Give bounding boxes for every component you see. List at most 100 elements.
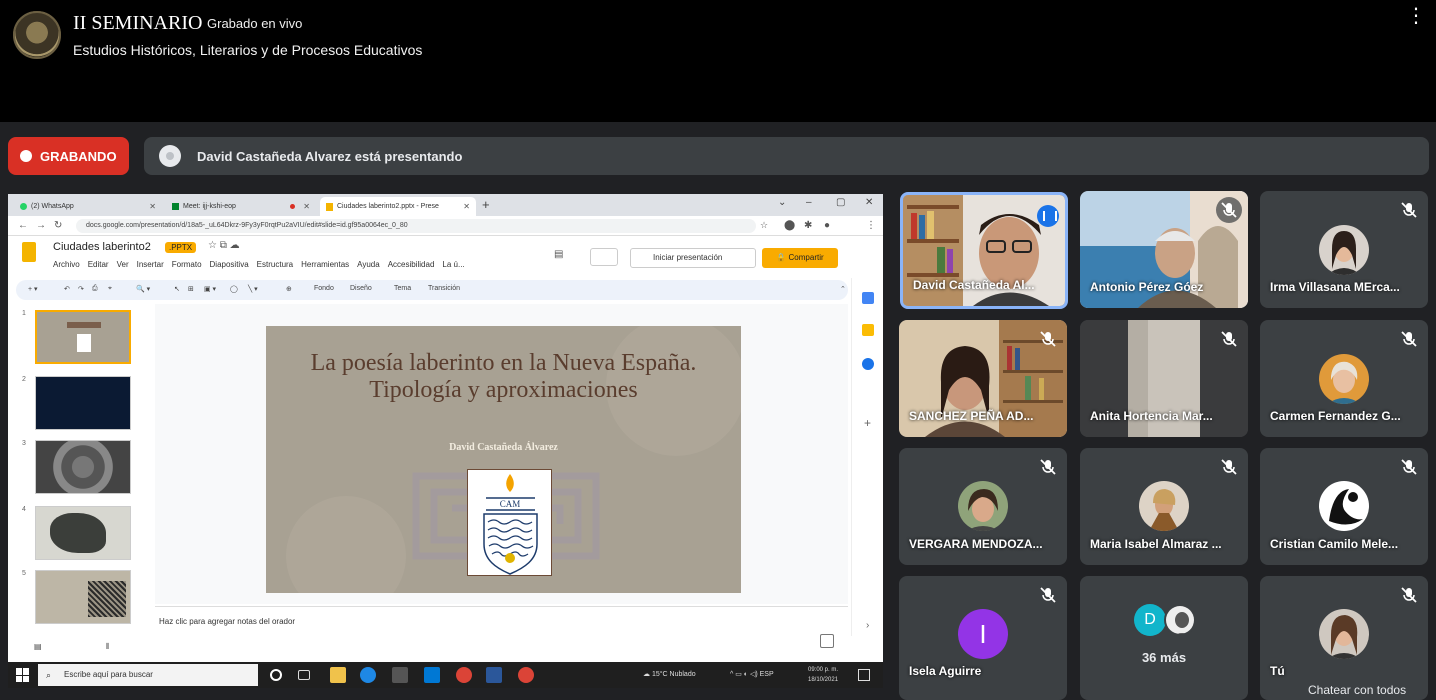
tasks-icon[interactable] (862, 358, 874, 370)
menu-item[interactable]: Ver (117, 260, 129, 269)
new-tab-icon[interactable]: + (482, 197, 490, 212)
slides-logo-icon[interactable] (22, 242, 36, 262)
participant-tile[interactable]: I Isela Aguirre (899, 576, 1067, 700)
edge-icon[interactable] (360, 667, 376, 683)
participant-tile[interactable]: Carmen Fernandez G... (1260, 320, 1428, 437)
menu-item[interactable]: Insertar (137, 260, 164, 269)
menu-item[interactable]: Formato (172, 260, 202, 269)
file-explorer-icon[interactable] (330, 667, 346, 683)
recording-indicator[interactable]: GRABANDO (8, 137, 129, 175)
comment-icon[interactable]: ▤ (554, 249, 563, 260)
background-button[interactable]: Fondo (314, 285, 334, 292)
system-tray[interactable]: ^ ▭ ◐ ◁) ESP (730, 670, 774, 678)
transition-button[interactable]: Transición (428, 285, 460, 292)
filmstrip-view-icon[interactable]: ⫴ (106, 642, 109, 652)
layout-button[interactable]: Diseño (350, 285, 372, 292)
menu-item[interactable]: Archivo (53, 260, 80, 269)
chevron-down-icon[interactable]: ⌄ (778, 197, 786, 208)
keep-icon[interactable] (862, 324, 874, 336)
calendar-icon[interactable] (862, 292, 874, 304)
url-field[interactable]: docs.google.com/presentation/d/18a5-_uL6… (76, 219, 756, 233)
puzzle-icon[interactable]: ✱ (804, 220, 812, 231)
explore-icon[interactable] (820, 634, 834, 648)
close-tab-icon[interactable]: ✕ (303, 202, 310, 211)
chat-everyone-button[interactable]: Chatear con todos (1308, 683, 1406, 697)
participant-tile[interactable]: VERGARA MENDOZA... (899, 448, 1067, 565)
taskbar-clock[interactable]: 09:00 p. m. 18/10/2021 (808, 665, 838, 685)
print-icon[interactable]: ⎙ (92, 285, 98, 293)
participant-overflow-tile[interactable]: D 36 más (1080, 576, 1248, 700)
bookmark-star-icon[interactable]: ☆ (760, 220, 768, 231)
browser-menu-icon[interactable]: ⋮ (866, 220, 876, 231)
participant-tile[interactable]: Cristian Camilo Mele... (1260, 448, 1428, 565)
profile-icon[interactable]: ● (824, 220, 830, 231)
textbox-icon[interactable]: ⊞ (188, 285, 194, 293)
participant-tile[interactable]: SANCHEZ PEÑA AD... (899, 320, 1067, 437)
document-title[interactable]: Ciudades laberinto2 (53, 241, 151, 253)
add-addon-icon[interactable]: + (864, 416, 871, 430)
speaker-notes[interactable]: Haz clic para agregar notas del orador (155, 606, 848, 636)
slide-thumbnail-4[interactable] (35, 506, 131, 560)
participant-tile[interactable]: Antonio Pérez Góez (1080, 191, 1248, 308)
new-slide-icon[interactable]: + ▾ (28, 285, 38, 293)
browser-tab-whatsapp[interactable]: (2) WhatsApp ✕ (14, 197, 162, 216)
participant-tile[interactable]: David Castañeda Al... (900, 192, 1068, 309)
menu-item[interactable]: Diapositiva (210, 260, 249, 269)
image-icon[interactable]: ▣ ▾ (204, 285, 216, 293)
star-icon[interactable]: ☆ ⧉ ☁ (208, 240, 240, 251)
browser-tab-slides[interactable]: Ciudades laberinto2.pptx - Prese ✕ (320, 197, 476, 216)
slide-thumbnail-1[interactable] (35, 310, 131, 364)
paint-format-icon[interactable]: ⌖ (108, 285, 112, 293)
word-icon[interactable] (486, 667, 502, 683)
store-icon[interactable] (392, 667, 408, 683)
participant-tile[interactable]: Maria Isabel Almaraz ... (1080, 448, 1248, 565)
task-view-icon[interactable] (298, 670, 310, 680)
menu-item[interactable]: La ú... (442, 260, 464, 269)
present-button[interactable]: Iniciar presentación (630, 248, 756, 268)
chrome-icon-2[interactable] (518, 667, 534, 683)
participant-tile[interactable]: Irma Villasana MErca... (1260, 191, 1428, 308)
participant-tile-self[interactable]: Tú (1260, 576, 1428, 700)
browser-tab-meet[interactable]: Meet: ijj-kshi-eop ✕ (166, 197, 316, 216)
slide-thumbnail-2[interactable] (35, 376, 131, 430)
close-window-icon[interactable]: ✕ (865, 197, 873, 208)
taskbar-search[interactable]: ⌕ Escribe aquí para buscar (38, 664, 258, 686)
close-tab-icon[interactable]: ✕ (149, 202, 156, 211)
participant-tile[interactable]: Anita Hortencia Mar... (1080, 320, 1248, 437)
close-tab-icon[interactable]: ✕ (463, 202, 470, 211)
menu-item[interactable]: Editar (88, 260, 109, 269)
theme-button[interactable]: Tema (394, 285, 411, 292)
current-slide[interactable]: La poesía laberinto en la Nueva España. … (266, 326, 741, 593)
shape-icon[interactable]: ◯ (230, 285, 238, 293)
line-icon[interactable]: ╲ ▾ (248, 285, 258, 293)
redo-icon[interactable]: ↷ (78, 285, 84, 293)
menu-item[interactable]: Accesibilidad (388, 260, 435, 269)
menu-item[interactable]: Ayuda (357, 260, 380, 269)
slide-thumbnail-3[interactable] (35, 440, 131, 494)
expand-panel-icon[interactable]: › (866, 620, 869, 631)
forward-icon[interactable]: → (36, 220, 46, 231)
reload-icon[interactable]: ↻ (54, 220, 62, 231)
slide-thumbnail-5[interactable] (35, 570, 131, 624)
back-icon[interactable]: ← (18, 220, 28, 231)
mail-icon[interactable] (424, 667, 440, 683)
weather-widget[interactable]: ☁ 15°C Nublado (643, 670, 696, 678)
notifications-icon[interactable] (858, 669, 870, 681)
minimize-icon[interactable]: – (806, 197, 812, 208)
menu-item[interactable]: Estructura (257, 260, 293, 269)
extension-icon[interactable]: ⬤ (784, 220, 795, 231)
cortana-icon[interactable] (270, 669, 282, 681)
maximize-icon[interactable]: ▢ (836, 197, 845, 208)
chrome-icon[interactable] (456, 667, 472, 683)
grid-view-icon[interactable]: ▤ (34, 642, 42, 651)
share-button[interactable]: 🔒 Compartir (762, 248, 838, 268)
windows-start-icon[interactable] (16, 668, 30, 682)
meet-present-icon[interactable] (590, 248, 618, 266)
zoom-icon[interactable]: 🔍 ▾ (136, 285, 150, 293)
more-options-icon[interactable]: ⋮ (1404, 6, 1428, 28)
select-icon[interactable]: ↖ (174, 285, 180, 293)
menu-item[interactable]: Herramientas (301, 260, 349, 269)
collapse-toolbar-icon[interactable]: ⌃ (840, 285, 846, 293)
undo-icon[interactable]: ↶ (64, 285, 70, 293)
comment-add-icon[interactable]: ⊕ (286, 285, 292, 293)
